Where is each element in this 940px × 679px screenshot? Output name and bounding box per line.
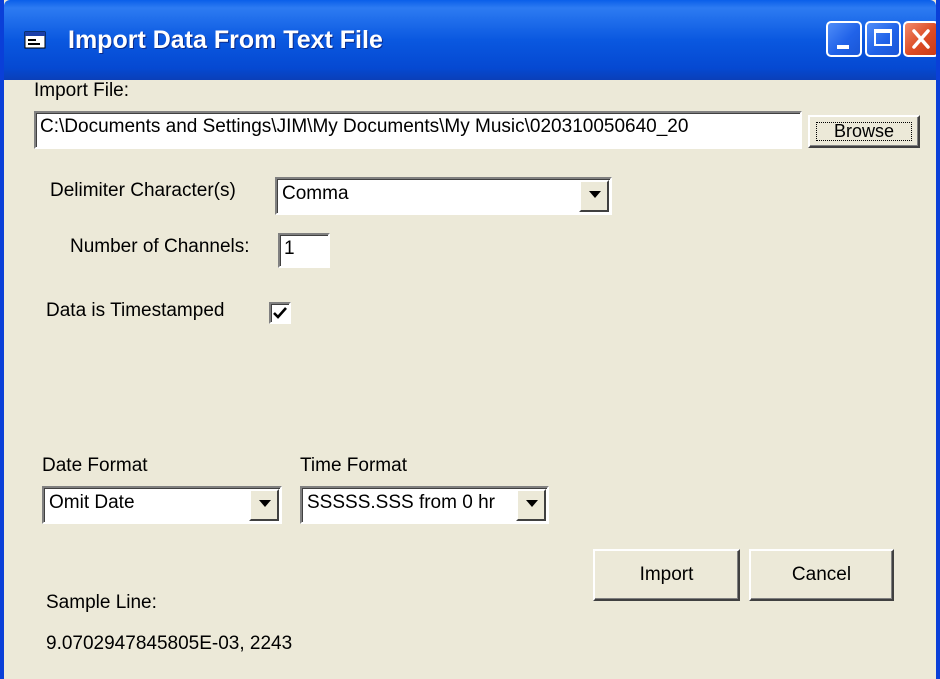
focus-rectangle — [816, 122, 912, 141]
import-file-label: Import File: — [34, 80, 130, 101]
timestamped-checkbox[interactable] — [269, 302, 291, 324]
time-format-select[interactable]: SSSSS.SSS from 0 hr — [300, 486, 549, 524]
delimiter-dropdown-button[interactable] — [579, 180, 609, 212]
chevron-down-icon — [526, 500, 538, 507]
delimiter-select[interactable]: Comma — [275, 177, 612, 215]
import-button[interactable]: Import — [593, 549, 740, 601]
timestamped-label: Data is Timestamped — [46, 300, 225, 321]
import-dialog-window: Import Data From Text File Import File: … — [0, 0, 940, 679]
import-button-label: Import — [639, 564, 694, 585]
maximize-button[interactable] — [865, 21, 901, 57]
sample-line-value: 9.0702947845805E-03, 2243 — [46, 633, 293, 654]
time-format-selected-value: SSSSS.SSS from 0 hr — [307, 492, 495, 513]
time-format-dropdown-button[interactable] — [516, 489, 546, 521]
chevron-down-icon — [259, 500, 271, 507]
date-format-select[interactable]: Omit Date — [42, 486, 282, 524]
delimiter-selected-value: Comma — [282, 183, 349, 204]
cancel-button[interactable]: Cancel — [749, 549, 894, 601]
time-format-label: Time Format — [300, 455, 407, 476]
chevron-down-icon — [589, 191, 601, 198]
sample-line-label: Sample Line: — [46, 592, 157, 613]
channels-label: Number of Channels: — [70, 236, 250, 257]
maximize-icon — [874, 29, 892, 46]
date-format-dropdown-button[interactable] — [249, 489, 279, 521]
cancel-button-label: Cancel — [791, 564, 852, 585]
minimize-button[interactable] — [826, 21, 862, 57]
close-button[interactable] — [903, 21, 936, 57]
window-title: Import Data From Text File — [68, 26, 383, 54]
close-icon — [912, 29, 930, 49]
channels-input[interactable]: 1 — [278, 233, 330, 268]
date-format-selected-value: Omit Date — [49, 492, 135, 513]
minimize-icon — [837, 45, 849, 49]
title-bar[interactable]: Import Data From Text File — [4, 0, 936, 80]
date-format-label: Date Format — [42, 455, 148, 476]
checkmark-icon — [273, 307, 287, 319]
delimiter-label: Delimiter Character(s) — [50, 180, 236, 201]
browse-button[interactable]: Browse — [808, 115, 920, 148]
import-file-path-input[interactable]: C:\Documents and Settings\JIM\My Documen… — [34, 111, 802, 149]
window-app-icon — [24, 31, 46, 49]
